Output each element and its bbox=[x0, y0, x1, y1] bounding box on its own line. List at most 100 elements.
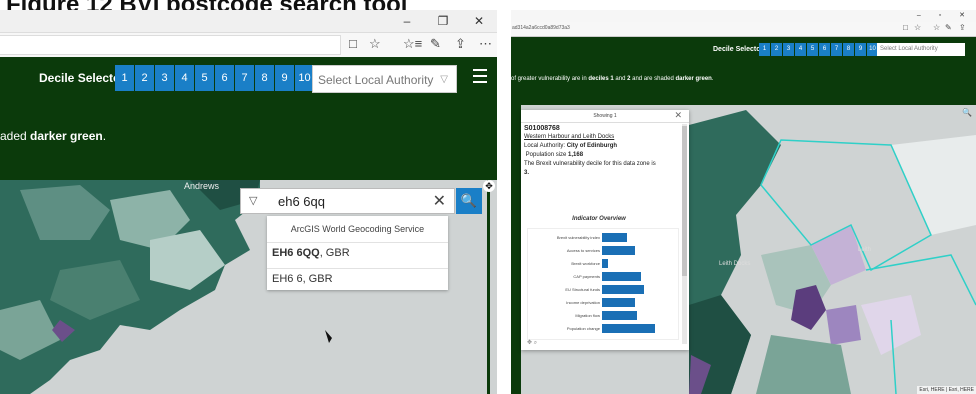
shading-text: aded bbox=[0, 129, 31, 143]
map-place-label: Andrews bbox=[184, 181, 220, 191]
decile-button[interactable]: 3 bbox=[783, 43, 794, 56]
address-text[interactable]: ad314a2a6ccd0a89d73a3 bbox=[512, 25, 570, 31]
decile-button[interactable]: 4 bbox=[795, 43, 806, 56]
indicator-bar[interactable] bbox=[602, 233, 628, 242]
notes-icon[interactable]: ✎ bbox=[945, 23, 952, 32]
decile-button[interactable]: 6 bbox=[819, 43, 830, 56]
decile-button[interactable]: 9 bbox=[855, 43, 866, 56]
population-line: Population size 1,168 bbox=[524, 151, 674, 160]
app-header: Decile Selector 1 2 3 4 5 6 7 8 9 10 Sel… bbox=[511, 37, 976, 105]
decile-button[interactable]: 4 bbox=[175, 65, 194, 91]
notes-icon[interactable]: ✎ bbox=[430, 36, 441, 52]
favorites-list-icon[interactable]: ☆ bbox=[933, 23, 940, 32]
clear-search-icon[interactable]: ✕ bbox=[433, 191, 446, 211]
search-button[interactable]: 🔍 bbox=[456, 188, 482, 214]
indicator-bar[interactable] bbox=[602, 285, 644, 294]
suggestion-rest: EH6 6, GBR bbox=[272, 273, 333, 285]
right-screenshot: – ▫ ✕ ad314a2a6ccd0a89d73a3 □ ☆ ☆ ✎ ⇪ De… bbox=[511, 10, 976, 394]
more-icon[interactable]: ⋯ bbox=[479, 36, 492, 52]
decile-button[interactable]: 7 bbox=[235, 65, 254, 91]
share-icon[interactable]: ⇪ bbox=[455, 36, 466, 52]
indicator-label: CAP payments bbox=[573, 274, 600, 279]
search-input[interactable]: ▽ eh6 6qq ✕ bbox=[240, 188, 455, 214]
indicator-bar[interactable] bbox=[602, 311, 637, 320]
indicator-bar[interactable] bbox=[602, 324, 655, 333]
decile-button[interactable]: 9 bbox=[275, 65, 294, 91]
indicator-label: Access to services bbox=[566, 248, 600, 253]
indicator-label: Population change bbox=[566, 326, 600, 331]
pop-value: 1,168 bbox=[568, 152, 584, 158]
suggestion-item[interactable]: EH6 6QQ, GBR bbox=[267, 242, 448, 268]
indicator-bar[interactable] bbox=[602, 298, 635, 307]
desc-text: and are shaded bbox=[630, 76, 676, 82]
map-place-label: Leith Docks bbox=[719, 261, 751, 267]
search-source-dropdown-icon[interactable]: ▽ bbox=[249, 194, 257, 207]
map-view[interactable]: 🔍 Leith Docks Leith Esri, HERE | Esri, H… bbox=[511, 105, 976, 394]
map-view[interactable]: Andrews ▽ eh6 6qq ✕ 🔍 ✥ ArcGIS World Geo… bbox=[0, 180, 497, 394]
suggestions-header: ArcGIS World Geocoding Service bbox=[290, 224, 425, 234]
browser-titlebar: – ▫ ✕ bbox=[511, 10, 976, 22]
decile-button[interactable]: 1 bbox=[115, 65, 134, 91]
decile-button[interactable]: 7 bbox=[831, 43, 842, 56]
search-input-value: eh6 6qq bbox=[278, 194, 325, 209]
address-bar[interactable] bbox=[0, 35, 341, 55]
minimize-button[interactable]: – bbox=[389, 10, 425, 32]
decile-button[interactable]: 8 bbox=[255, 65, 274, 91]
decile-buttons: 1 2 3 4 5 6 7 8 9 10 bbox=[759, 43, 879, 56]
expand-icon[interactable]: ✥ bbox=[483, 180, 495, 192]
indicator-label: Income deprivation bbox=[566, 300, 600, 305]
share-icon[interactable]: ⇪ bbox=[959, 23, 966, 32]
menu-icon[interactable] bbox=[473, 69, 487, 87]
data-zone-code: S01008768 bbox=[524, 125, 560, 132]
scrollbar-thumb[interactable] bbox=[682, 126, 687, 276]
data-zone-name[interactable]: Western Harbour and Leith Docks bbox=[524, 134, 614, 140]
favorites-list-icon[interactable]: ☆≡ bbox=[403, 36, 422, 52]
close-icon[interactable]: ✕ bbox=[674, 110, 682, 121]
app-header: Decile Selector 1 2 3 4 5 6 7 8 9 10 Sel… bbox=[0, 57, 497, 180]
maximize-button[interactable]: ❐ bbox=[425, 10, 461, 32]
indicator-chart: Brexit vulnerability index Access to serv… bbox=[527, 228, 679, 340]
popup-body: S01008768 Western Harbour and Leith Dock… bbox=[524, 124, 674, 178]
decile-button[interactable]: 6 bbox=[215, 65, 234, 91]
suggestion-rest: , GBR bbox=[319, 247, 350, 259]
local-authority-select-value: Select Local Authority bbox=[318, 73, 434, 87]
shading-suffix: . bbox=[102, 129, 107, 143]
decile-line: The Brexit vulnerability decile for this… bbox=[524, 161, 656, 167]
desc-text: and bbox=[613, 76, 628, 82]
local-authority-select[interactable]: Select Local Authority bbox=[877, 43, 965, 56]
window-controls: – ❐ ✕ bbox=[389, 10, 497, 32]
decile-button[interactable]: 2 bbox=[135, 65, 154, 91]
decile-button[interactable]: 3 bbox=[155, 65, 174, 91]
shading-bold-text: darker green bbox=[30, 129, 103, 143]
reading-view-icon[interactable]: □ bbox=[903, 23, 908, 32]
suggestion-bold: EH6 6QQ bbox=[272, 247, 320, 259]
indicator-label: Brexit vulnerability index bbox=[556, 235, 600, 240]
decile-button[interactable]: 1 bbox=[759, 43, 770, 56]
decile-button[interactable]: 2 bbox=[771, 43, 782, 56]
close-window-button[interactable]: ✕ bbox=[461, 10, 497, 32]
decile-button[interactable]: 5 bbox=[807, 43, 818, 56]
decile-value: 3. bbox=[524, 170, 530, 176]
vulnerability-description: of greater vulnerability are in deciles … bbox=[511, 76, 714, 82]
favorite-icon[interactable]: ☆ bbox=[369, 36, 381, 52]
reading-view-icon[interactable]: □ bbox=[349, 36, 357, 51]
popup-tools[interactable]: ✥ ⌕ bbox=[527, 339, 537, 347]
desc-text: of greater vulnerability are in bbox=[511, 76, 589, 82]
search-icon[interactable]: 🔍 bbox=[962, 108, 972, 117]
suggestion-item[interactable]: EH6 6, GBR bbox=[267, 268, 448, 294]
search-suggestions: ArcGIS World Geocoding Service EH6 6QQ, … bbox=[267, 216, 448, 290]
favorite-icon[interactable]: ☆ bbox=[914, 23, 921, 32]
indicator-bar[interactable] bbox=[602, 272, 641, 281]
indicator-bar[interactable] bbox=[602, 259, 608, 268]
indicator-bar[interactable] bbox=[602, 246, 635, 255]
decile-button[interactable]: 5 bbox=[195, 65, 214, 91]
pop-label: Population size bbox=[525, 152, 569, 158]
indicator-label: Migration flow bbox=[575, 313, 600, 318]
decile-selector-label: Decile Selector bbox=[39, 71, 126, 85]
la-label: Local Authority: bbox=[524, 143, 567, 149]
popup-header: Showing 1 bbox=[521, 110, 689, 123]
chevron-down-icon: ▽ bbox=[440, 74, 448, 85]
popup-scrollbar[interactable] bbox=[682, 124, 687, 344]
decile-button[interactable]: 8 bbox=[843, 43, 854, 56]
local-authority-select[interactable]: Select Local Authority ▽ bbox=[312, 65, 457, 93]
